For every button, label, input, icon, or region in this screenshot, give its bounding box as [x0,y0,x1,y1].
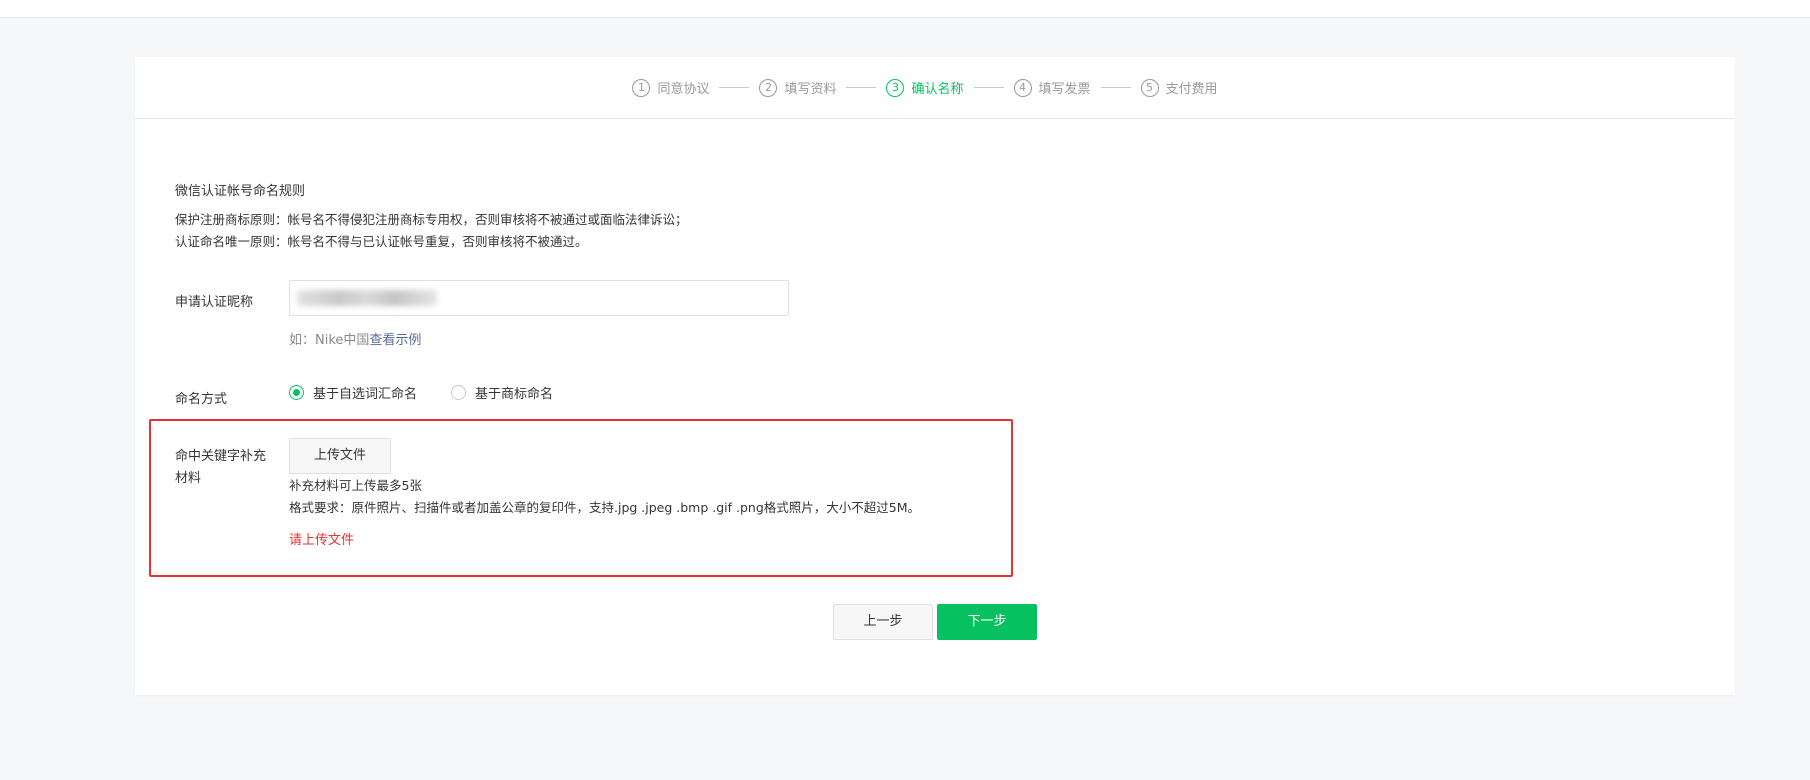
hint-text: 如：Nike中国 [289,333,370,348]
radio-trademark[interactable]: 基于商标命名 [451,383,553,402]
prev-step-button[interactable]: 上一步 [833,604,933,640]
naming-method-label: 命名方式 [175,392,228,407]
nickname-label: 申请认证昵称 [175,295,254,310]
step-label: 填写发票 [1038,82,1091,97]
next-step-button[interactable]: 下一步 [937,604,1037,640]
upload-file-button[interactable]: 上传文件 [289,438,391,474]
step-number: 1 [632,78,651,97]
step-1: 1 同意协议 [632,78,709,97]
radio-label: 基于商标命名 [475,387,554,402]
step-label: 支付费用 [1165,82,1218,97]
radio-unchecked-icon [451,385,467,400]
keyword-material-label: 命中关键字补充材料 [175,449,267,486]
step-number: 3 [886,78,905,97]
format-requirement-note: 格式要求：原件照片、扫描件或者加盖公章的复印件，支持.jpg .jpeg .bm… [289,500,921,515]
upload-limit-note: 补充材料可上传最多5张 [289,478,422,493]
rule-trademark: 保护注册商标原则：帐号名不得侵犯注册商标专用权，否则审核将不被通过或面临法律诉讼… [175,212,688,227]
step-separator [1100,87,1131,88]
rule-unique-name: 认证命名唯一原则：帐号名不得与已认证帐号重复，否则审核将不被通过。 [175,234,588,249]
nickname-hint: 如：Nike中国查看示例 [289,329,421,348]
step-separator [719,87,750,88]
naming-method-radio-group: 基于自选词汇命名 基于商标命名 [289,383,587,402]
step-indicator: 1 同意协议 2 填写资料 3 确认名称 4 填写发票 5 支付费用 [135,57,1735,119]
step-separator [973,87,1004,88]
step-3: 3 确认名称 [886,78,964,97]
step-number: 4 [1013,78,1032,97]
upload-error-message: 请上传文件 [289,533,355,548]
redacted-nickname [297,290,437,306]
step-number: 5 [1140,78,1159,97]
step-separator [846,87,877,88]
step-5: 5 支付费用 [1140,78,1218,97]
radio-label: 基于自选词汇命名 [313,387,418,402]
rules-title: 微信认证帐号命名规则 [175,184,306,199]
step-label: 填写资料 [784,82,837,97]
step-number: 2 [759,78,778,97]
top-bar [0,0,1810,18]
step-4: 4 填写发票 [1013,78,1091,97]
radio-custom-words[interactable]: 基于自选词汇命名 [289,383,417,402]
view-example-link[interactable]: 查看示例 [369,333,421,348]
step-2: 2 填写资料 [759,78,836,97]
step-label: 同意协议 [657,82,710,97]
step-label: 确认名称 [911,82,964,97]
main-card: 1 同意协议 2 填写资料 3 确认名称 4 填写发票 5 支付费用 微信认证帐… [135,57,1735,695]
radio-checked-icon [289,385,304,400]
